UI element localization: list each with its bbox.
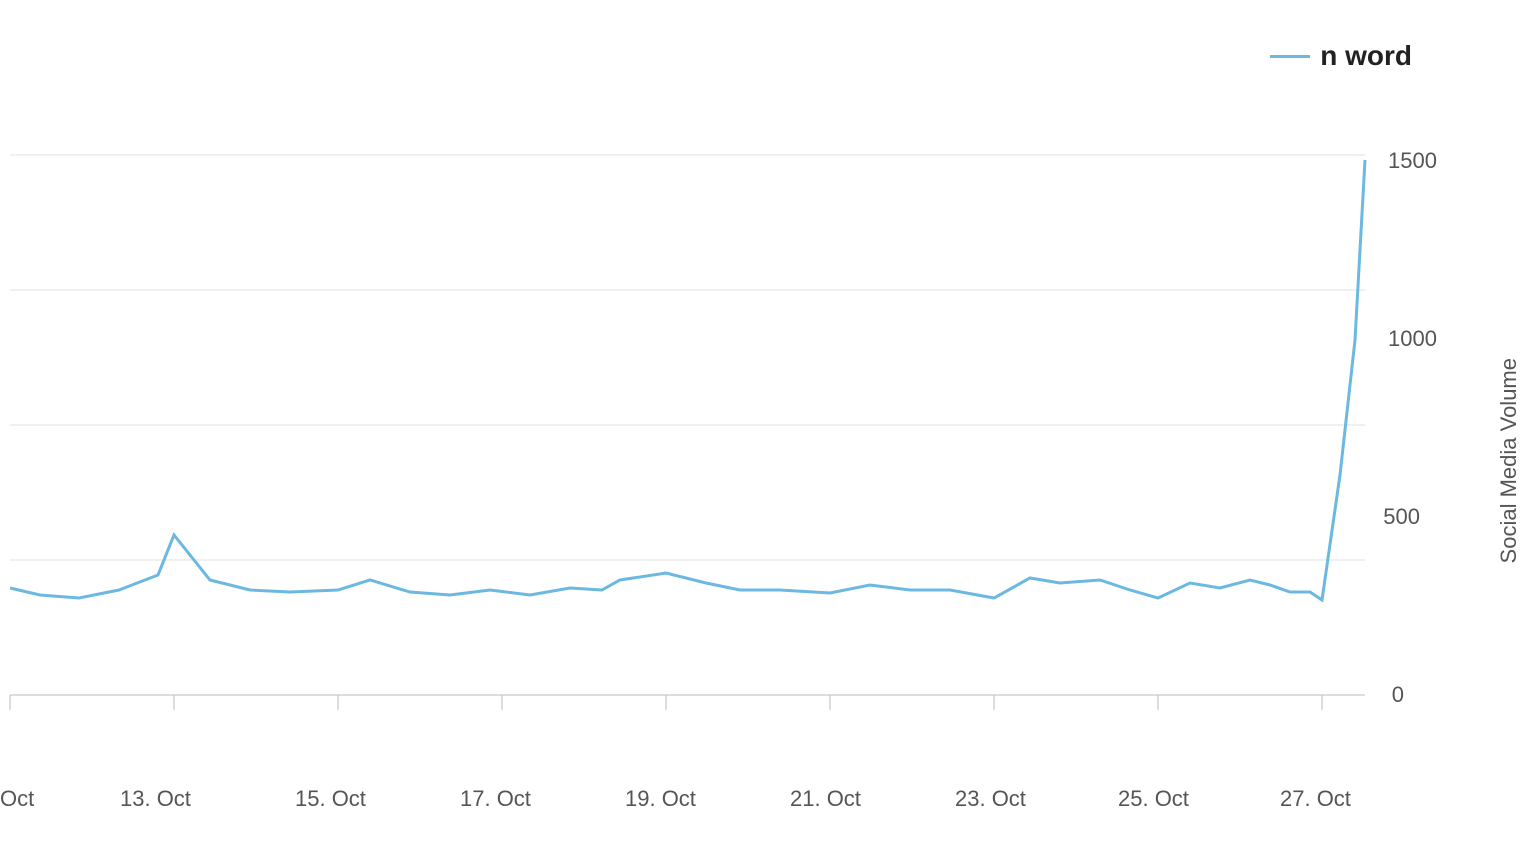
chart-svg bbox=[0, 0, 1532, 862]
y-tick-0: 0 bbox=[1392, 682, 1404, 708]
x-tick-23oct: 23. Oct bbox=[955, 786, 1026, 812]
x-tick-27oct: 27. Oct bbox=[1280, 786, 1351, 812]
y-tick-500: 500 bbox=[1383, 504, 1420, 530]
x-tick-17oct: 17. Oct bbox=[460, 786, 531, 812]
chart-line bbox=[10, 160, 1365, 600]
y-tick-1500: 1500 bbox=[1388, 148, 1437, 174]
y-tick-1000: 1000 bbox=[1388, 326, 1437, 352]
x-tick-21oct: 21. Oct bbox=[790, 786, 861, 812]
x-tick-oct: Oct bbox=[0, 786, 34, 812]
chart-container: n word Social Media Volume bbox=[0, 0, 1532, 862]
x-tick-13oct: 13. Oct bbox=[120, 786, 191, 812]
x-tick-19oct: 19. Oct bbox=[625, 786, 696, 812]
x-tick-15oct: 15. Oct bbox=[295, 786, 366, 812]
x-tick-25oct: 25. Oct bbox=[1118, 786, 1189, 812]
